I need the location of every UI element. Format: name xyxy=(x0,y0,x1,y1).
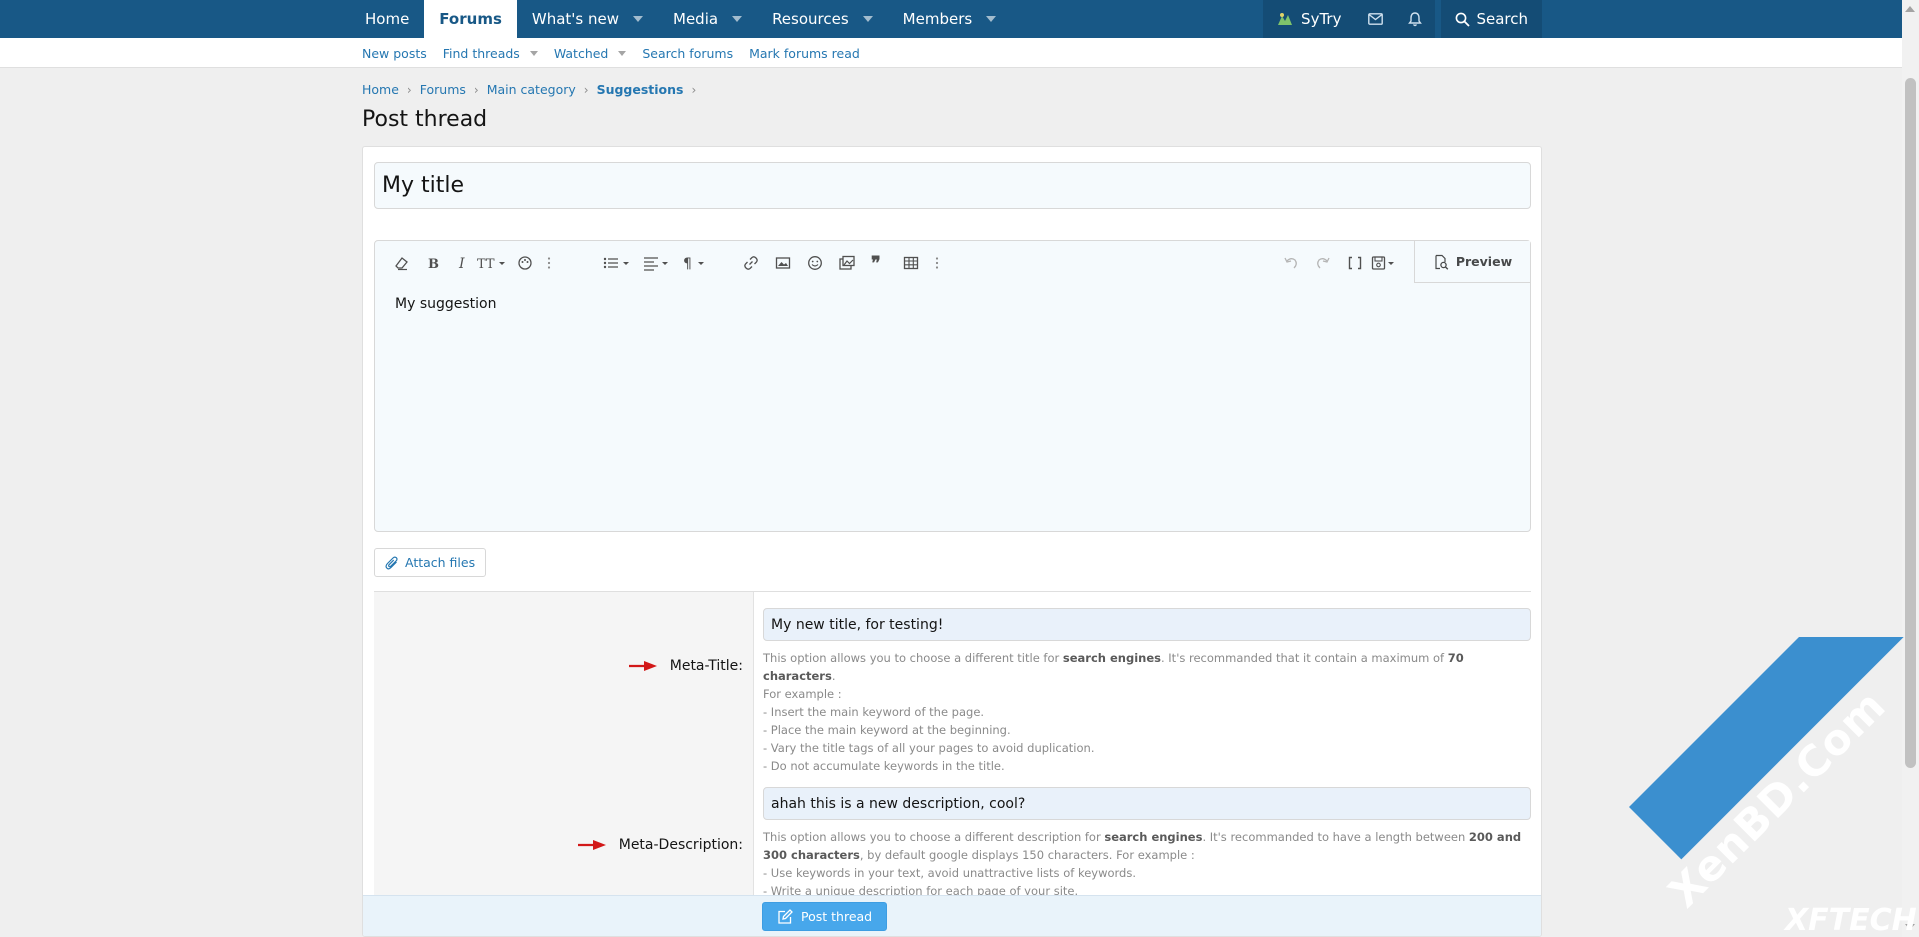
link-icon[interactable] xyxy=(741,253,761,273)
meta-description-hint: This option allows you to choose a diffe… xyxy=(763,830,1522,898)
avatar xyxy=(1277,12,1293,26)
chevron-down-icon[interactable] xyxy=(732,16,743,22)
meta-description-label: Meta-Description: xyxy=(577,837,743,853)
quote-icon[interactable]: ❞ xyxy=(869,253,889,273)
chevron-right-icon: › xyxy=(691,82,697,97)
media-icon[interactable] xyxy=(837,253,857,273)
chevron-up-icon[interactable] xyxy=(1905,6,1915,12)
post-thread-button[interactable]: Post thread xyxy=(762,902,888,931)
more-options-icon[interactable] xyxy=(927,253,947,273)
sub-navigation: New posts Find threads Watched Search fo… xyxy=(0,38,1902,68)
align-icon[interactable] xyxy=(643,253,673,273)
chevron-down-icon[interactable] xyxy=(862,16,873,22)
meta-title-label: Meta-Title: xyxy=(628,658,743,674)
chevron-down-icon[interactable] xyxy=(633,16,643,22)
post-thread-form: My title B I TT ¶ ❞ Preview My suggestio… xyxy=(362,146,1542,937)
bbcode-toggle-icon[interactable] xyxy=(1345,253,1365,273)
breadcrumb-forums[interactable]: Forums xyxy=(420,82,466,97)
nav-tab-media[interactable]: Media xyxy=(658,0,757,38)
more-options-icon[interactable] xyxy=(539,253,559,273)
thread-title-input[interactable]: My title xyxy=(374,162,1531,209)
preview-button[interactable]: Preview xyxy=(1414,241,1530,283)
inbox-button[interactable] xyxy=(1355,0,1396,38)
watched-link[interactable]: Watched xyxy=(554,46,627,61)
red-arrow-icon xyxy=(628,661,657,671)
nav-tab-forums[interactable]: Forums xyxy=(424,0,517,38)
svg-text:❞: ❞ xyxy=(871,255,881,271)
undo-icon[interactable] xyxy=(1281,253,1301,273)
image-icon[interactable] xyxy=(773,253,793,273)
meta-title-hint: This option allows you to choose a diffe… xyxy=(763,651,1464,773)
drafts-icon[interactable] xyxy=(1371,253,1401,273)
redo-icon[interactable] xyxy=(1313,253,1333,273)
envelope-icon xyxy=(1368,13,1383,25)
chevron-down-icon[interactable] xyxy=(986,16,997,22)
search-forums-link[interactable]: Search forums xyxy=(642,46,733,61)
breadcrumb-home[interactable]: Home xyxy=(362,82,399,97)
svg-text:¶: ¶ xyxy=(683,256,692,271)
editor-content: My suggestion xyxy=(395,296,497,312)
breadcrumb-suggestions[interactable]: Suggestions xyxy=(597,82,684,97)
top-navigation: Home Forums What's new Media Resources M… xyxy=(0,0,1902,38)
svg-text:TT: TT xyxy=(477,257,495,271)
watermark: XenBD.Com XFTECH xyxy=(1589,637,1919,937)
paragraph-icon[interactable]: ¶ xyxy=(683,253,713,273)
nav-tab-whats-new[interactable]: What's new xyxy=(517,0,658,38)
meta-description-input[interactable]: ahah this is a new description, cool? xyxy=(763,787,1531,820)
eraser-icon[interactable] xyxy=(391,253,411,273)
mark-forums-read-link[interactable]: Mark forums read xyxy=(749,46,860,61)
search-button[interactable]: Search xyxy=(1441,0,1542,38)
red-arrow-icon xyxy=(577,840,606,850)
watermark-text: XenBD.Com xyxy=(1659,680,1896,917)
form-submit-row: Post thread xyxy=(363,895,1541,936)
editor-toolbar: B I TT ¶ ❞ xyxy=(375,241,1530,283)
scrollbar-thumb[interactable] xyxy=(1905,78,1916,768)
edit-icon xyxy=(778,908,793,924)
palette-icon[interactable] xyxy=(515,253,535,273)
new-posts-link[interactable]: New posts xyxy=(362,46,427,61)
smiley-icon[interactable] xyxy=(805,253,825,273)
chevron-down-icon[interactable] xyxy=(618,50,627,56)
search-icon xyxy=(1456,12,1471,27)
preview-icon xyxy=(1435,254,1449,270)
bold-icon[interactable]: B xyxy=(423,253,443,273)
table-icon[interactable] xyxy=(901,253,921,273)
svg-text:I: I xyxy=(458,256,465,271)
user-menu-button[interactable]: SyTry xyxy=(1263,0,1356,38)
attach-files-button[interactable]: Attach files xyxy=(374,548,487,577)
chevron-down-icon[interactable] xyxy=(529,50,538,56)
alerts-button[interactable] xyxy=(1395,0,1436,38)
chevron-right-icon: › xyxy=(583,82,589,97)
breadcrumb: Home › Forums › Main category › Suggesti… xyxy=(362,82,704,97)
page-scrollbar[interactable] xyxy=(1902,0,1919,937)
form-label-column: Meta-Title: Meta-Description: xyxy=(374,592,754,936)
watermark-band xyxy=(1629,637,1919,860)
nav-tab-members[interactable]: Members xyxy=(888,0,1012,38)
nav-tab-home[interactable]: Home xyxy=(350,0,424,38)
chevron-down-icon[interactable] xyxy=(1905,924,1915,930)
svg-text:B: B xyxy=(428,257,439,271)
text-size-icon[interactable]: TT xyxy=(477,253,507,273)
meta-title-input[interactable]: My new title, for testing! xyxy=(763,608,1531,641)
message-editor[interactable]: B I TT ¶ ❞ Preview My suggestion xyxy=(374,240,1531,532)
paperclip-icon xyxy=(385,555,398,569)
chevron-right-icon: › xyxy=(406,82,412,97)
breadcrumb-main-category[interactable]: Main category xyxy=(487,82,576,97)
bell-icon xyxy=(1408,11,1423,26)
nav-tab-resources[interactable]: Resources xyxy=(757,0,888,38)
find-threads-link[interactable]: Find threads xyxy=(443,46,538,61)
page-title: Post thread xyxy=(362,107,488,132)
italic-icon[interactable]: I xyxy=(453,253,473,273)
watermark-subtext: XFTECH xyxy=(1785,903,1917,937)
chevron-right-icon: › xyxy=(473,82,479,97)
list-icon[interactable] xyxy=(603,253,633,273)
